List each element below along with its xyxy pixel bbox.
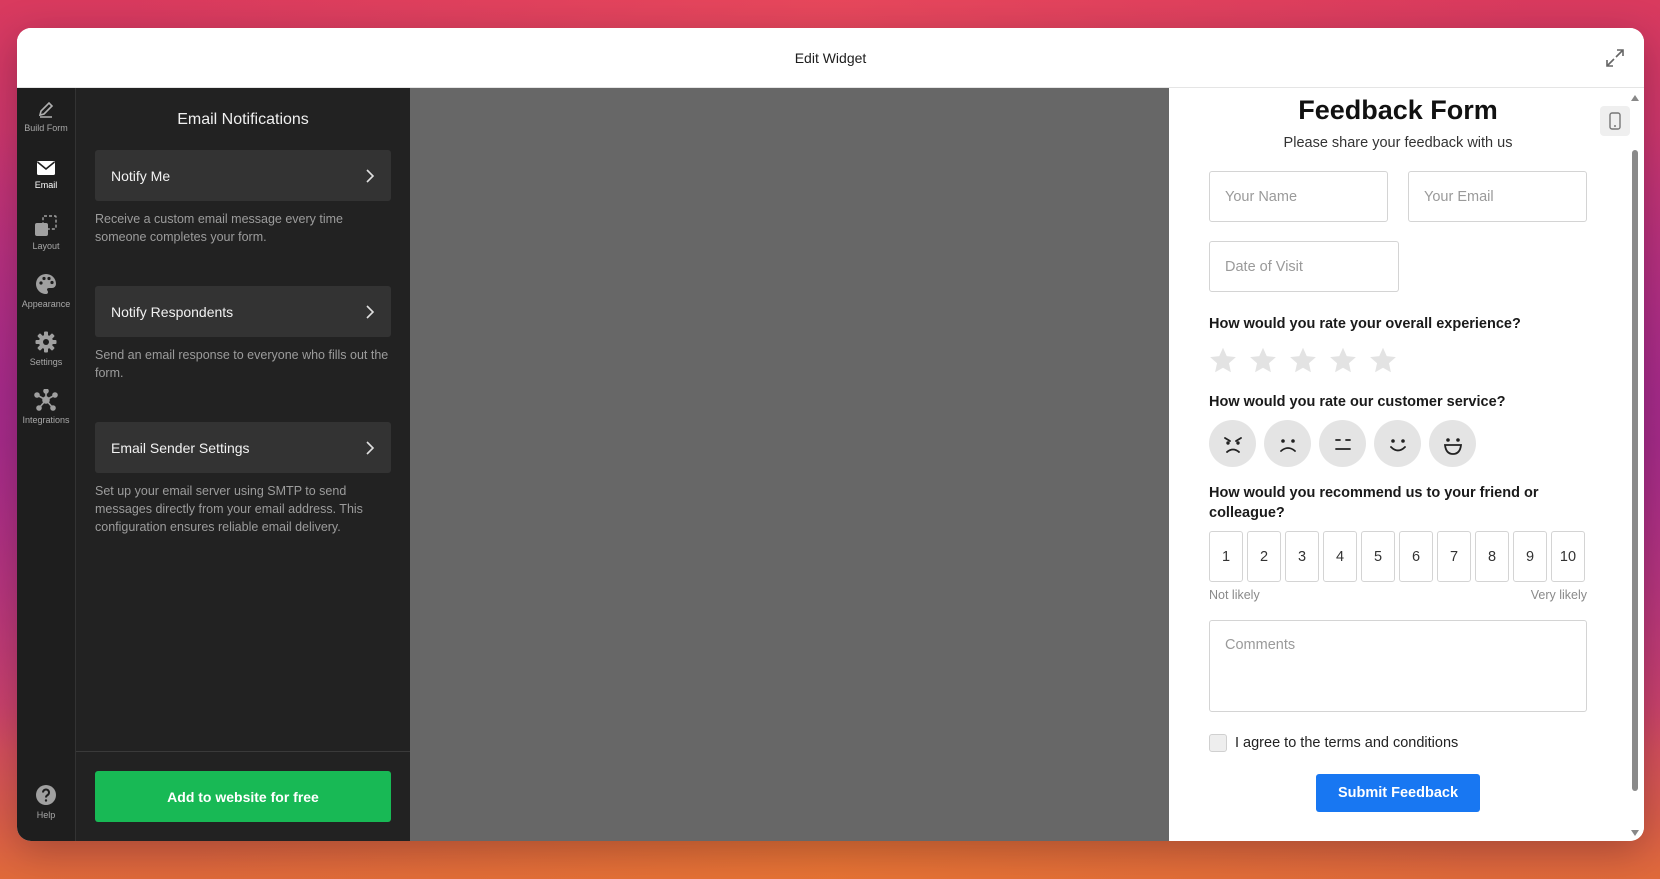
card-description: Receive a custom email message every tim… [95,212,344,244]
rail-label: Layout [32,241,60,251]
date-of-visit-field[interactable]: Date of Visit [1209,241,1399,292]
preview-scrollbar[interactable] [1630,92,1640,837]
email-field[interactable]: Your Email [1408,171,1587,222]
smile-face-icon [1389,438,1406,451]
notify-respondents-card[interactable]: Notify Respondents [95,286,391,337]
window-title: Edit Widget [794,49,867,66]
scroll-up-icon[interactable] [1630,94,1640,102]
mobile-icon [1609,112,1621,130]
rail-item-integrations[interactable]: Integrations [17,378,75,436]
integrations-icon [34,389,58,411]
nps-option[interactable]: 1 [1209,531,1243,582]
form-preview: Feedback Form Please share your feedback… [1169,88,1644,841]
panel-title: Email Notifications [177,111,309,128]
palette-icon [36,274,56,294]
scroll-thumb[interactable] [1632,150,1638,791]
editor-canvas [410,88,1169,841]
panel-footer: Add to website for free [76,751,410,841]
emoji-rating [1209,420,1587,467]
chevron-right-icon [366,440,375,455]
form-subtitle: Please share your feedback with us [1283,135,1513,151]
service-question: How would you rate our customer service? [1209,394,1506,410]
star-icon[interactable] [1369,346,1397,374]
nps-option[interactable]: 3 [1285,531,1319,582]
editor-window: Edit Widget Build Form Email Layout Appe… [17,28,1644,841]
name-field[interactable]: Your Name [1209,171,1388,222]
neutral-face-option[interactable] [1319,420,1366,467]
card-label: Notify Me [111,167,171,184]
nps-option[interactable]: 9 [1513,531,1547,582]
star-rating [1209,346,1587,374]
sad-face-option[interactable] [1264,420,1311,467]
card-label: Email Sender Settings [111,439,250,456]
rail-item-help[interactable]: Help [17,773,75,831]
rail-label: Settings [29,357,63,367]
rail-item-build-form[interactable]: Build Form [17,88,75,146]
neutral-face-icon [1334,438,1351,450]
add-to-website-button[interactable]: Add to website for free [95,771,391,822]
star-icon[interactable] [1209,346,1237,374]
mobile-preview-button[interactable] [1600,106,1630,136]
rail-label: Integrations [22,415,70,425]
rail-item-appearance[interactable]: Appearance [17,262,75,320]
nps-option[interactable]: 4 [1323,531,1357,582]
rail-label: Appearance [21,299,71,309]
star-icon[interactable] [1249,346,1277,374]
chevron-right-icon [366,304,375,319]
chevron-right-icon [366,168,375,183]
feedback-form: Feedback Form Please share your feedback… [1209,88,1587,812]
submit-feedback-button[interactable]: Submit Feedback [1316,774,1480,812]
card-description: Send an email response to everyone who f… [95,348,389,380]
grin-face-icon [1443,437,1462,455]
nps-option[interactable]: 5 [1361,531,1395,582]
nps-low-label: Not likely [1209,588,1260,602]
angry-face-option[interactable] [1209,420,1256,467]
layout-icon [35,215,57,236]
rail-item-email[interactable]: Email [17,146,75,204]
nps-option[interactable]: 2 [1247,531,1281,582]
rail-label: Email [34,180,58,190]
title-bar: Edit Widget [17,28,1644,88]
expand-button[interactable] [1602,45,1628,71]
recommend-question: How would you recommend us to your frien… [1209,485,1539,521]
star-icon[interactable] [1289,346,1317,374]
nps-option[interactable]: 8 [1475,531,1509,582]
sidebar-rail: Build Form Email Layout Appearance Setti… [17,88,76,841]
terms-label: I agree to the terms and conditions [1235,735,1459,751]
comments-field[interactable]: Comments [1209,620,1587,712]
nps-scale: 1 2 3 4 5 6 7 8 9 10 [1209,531,1587,582]
terms-checkbox[interactable] [1209,734,1227,752]
form-title: Feedback Form [1298,95,1498,125]
star-icon[interactable] [1329,346,1357,374]
rail-label: Build Form [24,123,68,133]
envelope-icon [36,161,56,175]
pencil-icon [38,101,54,118]
nps-option[interactable]: 7 [1437,531,1471,582]
experience-question: How would you rate your overall experien… [1209,316,1521,332]
card-description: Set up your email server using SMTP to s… [95,484,363,534]
sad-face-icon [1279,438,1296,452]
rail-label: Help [36,810,56,820]
scroll-down-icon[interactable] [1630,829,1640,837]
rail-item-settings[interactable]: Settings [17,320,75,378]
notify-me-card[interactable]: Notify Me [95,150,391,201]
email-panel: Email Notifications Notify Me Receive a … [76,88,410,841]
nps-option[interactable]: 10 [1551,531,1585,582]
expand-icon [1606,49,1624,67]
gear-icon [35,331,57,353]
help-icon [36,785,56,805]
angry-face-icon [1223,436,1242,453]
email-sender-settings-card[interactable]: Email Sender Settings [95,422,391,473]
grin-face-option[interactable] [1429,420,1476,467]
nps-option[interactable]: 6 [1399,531,1433,582]
rail-item-layout[interactable]: Layout [17,204,75,262]
nps-high-label: Very likely [1530,588,1587,602]
card-label: Notify Respondents [111,303,234,320]
smile-face-option[interactable] [1374,420,1421,467]
